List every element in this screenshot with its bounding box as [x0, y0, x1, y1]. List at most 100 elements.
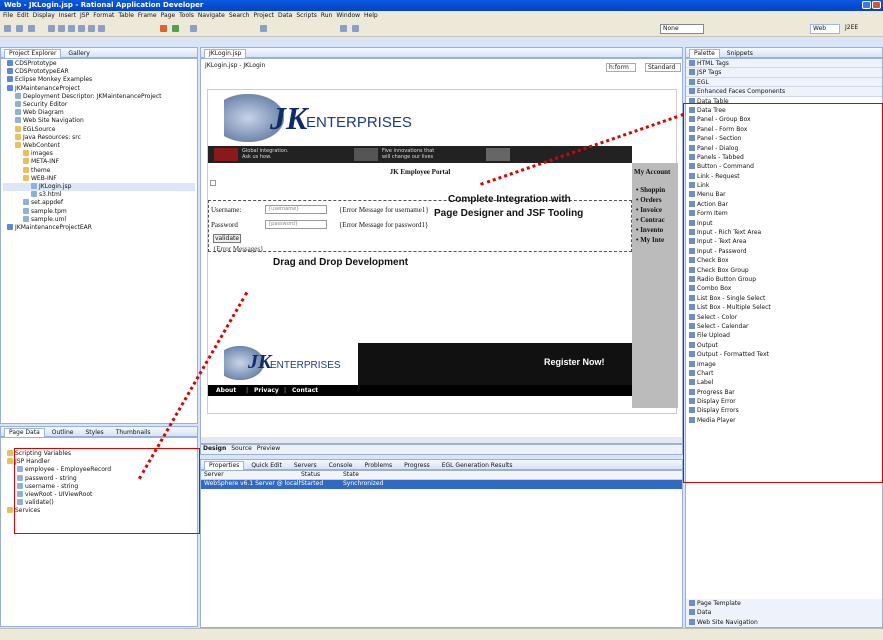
tab-progress[interactable]: Progress [399, 461, 435, 470]
palette-drawer[interactable]: Web Site Navigation [686, 617, 882, 628]
footer-link-about[interactable]: About [216, 385, 236, 396]
server-row[interactable]: WebSphere v6.1 Server @ localhost Starte… [201, 480, 682, 489]
palette-drawer[interactable]: Data [686, 608, 882, 618]
my-account-item[interactable]: • Invento [636, 225, 665, 235]
palette-drawer[interactable]: JSP Tags [686, 68, 882, 78]
new-icon[interactable] [4, 25, 11, 32]
tree-item[interactable]: Deployment Descriptor: JKMaintenanceProj… [3, 92, 195, 101]
tab-styles[interactable]: Styles [80, 428, 108, 437]
menu-item[interactable]: Scripts [296, 12, 317, 19]
tree-item[interactable]: WebContent [3, 142, 195, 150]
palette-drawer[interactable]: Page Template [686, 599, 882, 609]
palette-drawer[interactable]: Enhanced Faces Components [686, 87, 882, 97]
tree-item[interactable]: META-INF [3, 158, 195, 166]
tab-problems[interactable]: Problems [359, 461, 397, 470]
align-left-icon[interactable] [78, 25, 85, 32]
register-now-button[interactable]: Register Now! [544, 357, 605, 367]
italic-icon[interactable] [58, 25, 65, 32]
tab-jklogin[interactable]: JKLogin.jsp [204, 49, 247, 58]
form-combo[interactable]: h:form [606, 63, 636, 72]
bold-icon[interactable] [48, 25, 55, 32]
align-right-icon[interactable] [98, 25, 105, 32]
menu-item[interactable]: Navigate [198, 12, 225, 19]
my-account-item[interactable]: • My Inte [636, 235, 665, 245]
tab-source[interactable]: Source [231, 445, 252, 452]
tab-outline[interactable]: Outline [47, 428, 79, 437]
my-account-item[interactable]: • Shoppin [636, 185, 665, 195]
tree-item[interactable]: sample.uml [3, 215, 195, 224]
menu-item[interactable]: Project [253, 12, 274, 19]
debug-icon[interactable] [172, 25, 179, 32]
server-icon[interactable] [190, 25, 197, 32]
validate-button[interactable]: validate [213, 234, 241, 243]
editor-hscrollbar[interactable] [201, 437, 682, 443]
tab-palette[interactable]: Palette [689, 49, 720, 58]
perspective-j2ee-button[interactable]: J2EE [843, 24, 875, 34]
tab-page-data[interactable]: Page Data [4, 428, 45, 437]
align-center-icon[interactable] [88, 25, 95, 32]
tree-item[interactable]: Security Editor [3, 101, 195, 109]
palette-drawer[interactable]: EGL [686, 77, 882, 88]
tree-item[interactable]: JKLogin.jsp [3, 183, 195, 192]
tree-item[interactable]: EGLSource [3, 125, 195, 134]
tab-preview[interactable]: Preview [257, 445, 280, 452]
tab-snippets[interactable]: Snippets [722, 49, 758, 58]
tab-gallery[interactable]: Gallery [63, 49, 94, 58]
tree-item[interactable]: CDSPrototypeEAR [3, 68, 195, 76]
run-icon[interactable] [160, 25, 167, 32]
footer-link-contact[interactable]: Contact [292, 385, 318, 396]
menu-item[interactable]: Search [229, 12, 250, 19]
menu-item[interactable]: Tools [179, 12, 194, 19]
tab-design[interactable]: Design [203, 445, 226, 452]
menu-item[interactable]: Help [364, 12, 378, 19]
style-combo[interactable]: None [660, 24, 704, 34]
tab-servers[interactable]: Servers [289, 461, 322, 470]
tree-item[interactable]: JKMaintenanceProject [3, 84, 195, 93]
tree-item[interactable]: CDSPrototype [3, 60, 195, 68]
tree-item[interactable]: sample.tpm [3, 207, 195, 216]
tab-project-explorer[interactable]: Project Explorer [4, 49, 62, 58]
tree-item[interactable]: s3.html [3, 191, 195, 199]
tree-item[interactable]: set.appdef [3, 199, 195, 207]
tree-item[interactable]: WEB-INF [3, 174, 195, 183]
tab-thumbnails[interactable]: Thumbnails [111, 428, 156, 437]
menu-item[interactable]: Format [93, 12, 114, 19]
underline-icon[interactable] [68, 25, 75, 32]
password-input[interactable]: {password} [265, 220, 327, 229]
tree-item[interactable]: theme [3, 166, 195, 175]
footer-link-privacy[interactable]: Privacy [254, 385, 279, 396]
menu-item[interactable]: Insert [59, 12, 76, 19]
mode-combo[interactable]: Standard [645, 63, 681, 72]
back-icon[interactable] [340, 25, 347, 32]
tree-item[interactable]: Java Resources: src [3, 133, 195, 142]
tab-quick-edit[interactable]: Quick Edit [246, 461, 287, 470]
tree-item[interactable]: Web Diagram [3, 109, 195, 117]
minimize-button[interactable] [862, 1, 871, 9]
tree-item[interactable]: JKMaintenanceProjectEAR [3, 224, 195, 232]
tree-item[interactable]: images [3, 150, 195, 158]
tab-console[interactable]: Console [324, 461, 358, 470]
my-account-item[interactable]: • Contrac [636, 215, 665, 225]
tab-egl-generation-results[interactable]: EGL Generation Results [437, 461, 518, 470]
tree-item[interactable]: Eclipse Monkey Examples [3, 76, 195, 84]
my-account-item[interactable]: • Orders [636, 195, 665, 205]
menu-item[interactable]: Frame [138, 12, 157, 19]
save-icon[interactable] [16, 25, 23, 32]
username-input[interactable]: {username} [265, 205, 327, 214]
menu-item[interactable]: JSP [80, 12, 89, 19]
close-button[interactable] [872, 1, 881, 9]
search-icon[interactable] [260, 25, 267, 32]
menu-item[interactable]: Window [336, 12, 360, 19]
menu-item[interactable]: Run [321, 12, 333, 19]
menu-item[interactable]: File [3, 12, 13, 19]
tab-properties[interactable]: Properties [204, 461, 245, 470]
menu-item[interactable]: Table [118, 12, 134, 19]
perspective-web-button[interactable]: Web [810, 24, 840, 34]
print-icon[interactable] [28, 25, 35, 32]
forward-icon[interactable] [352, 25, 359, 32]
tree-item[interactable]: Web Site Navigation [3, 117, 195, 125]
menu-item[interactable]: Display [33, 12, 55, 19]
my-account-item[interactable]: • Invoice [636, 205, 665, 215]
menu-item[interactable]: Page [161, 12, 176, 19]
menu-item[interactable]: Edit [17, 12, 29, 19]
